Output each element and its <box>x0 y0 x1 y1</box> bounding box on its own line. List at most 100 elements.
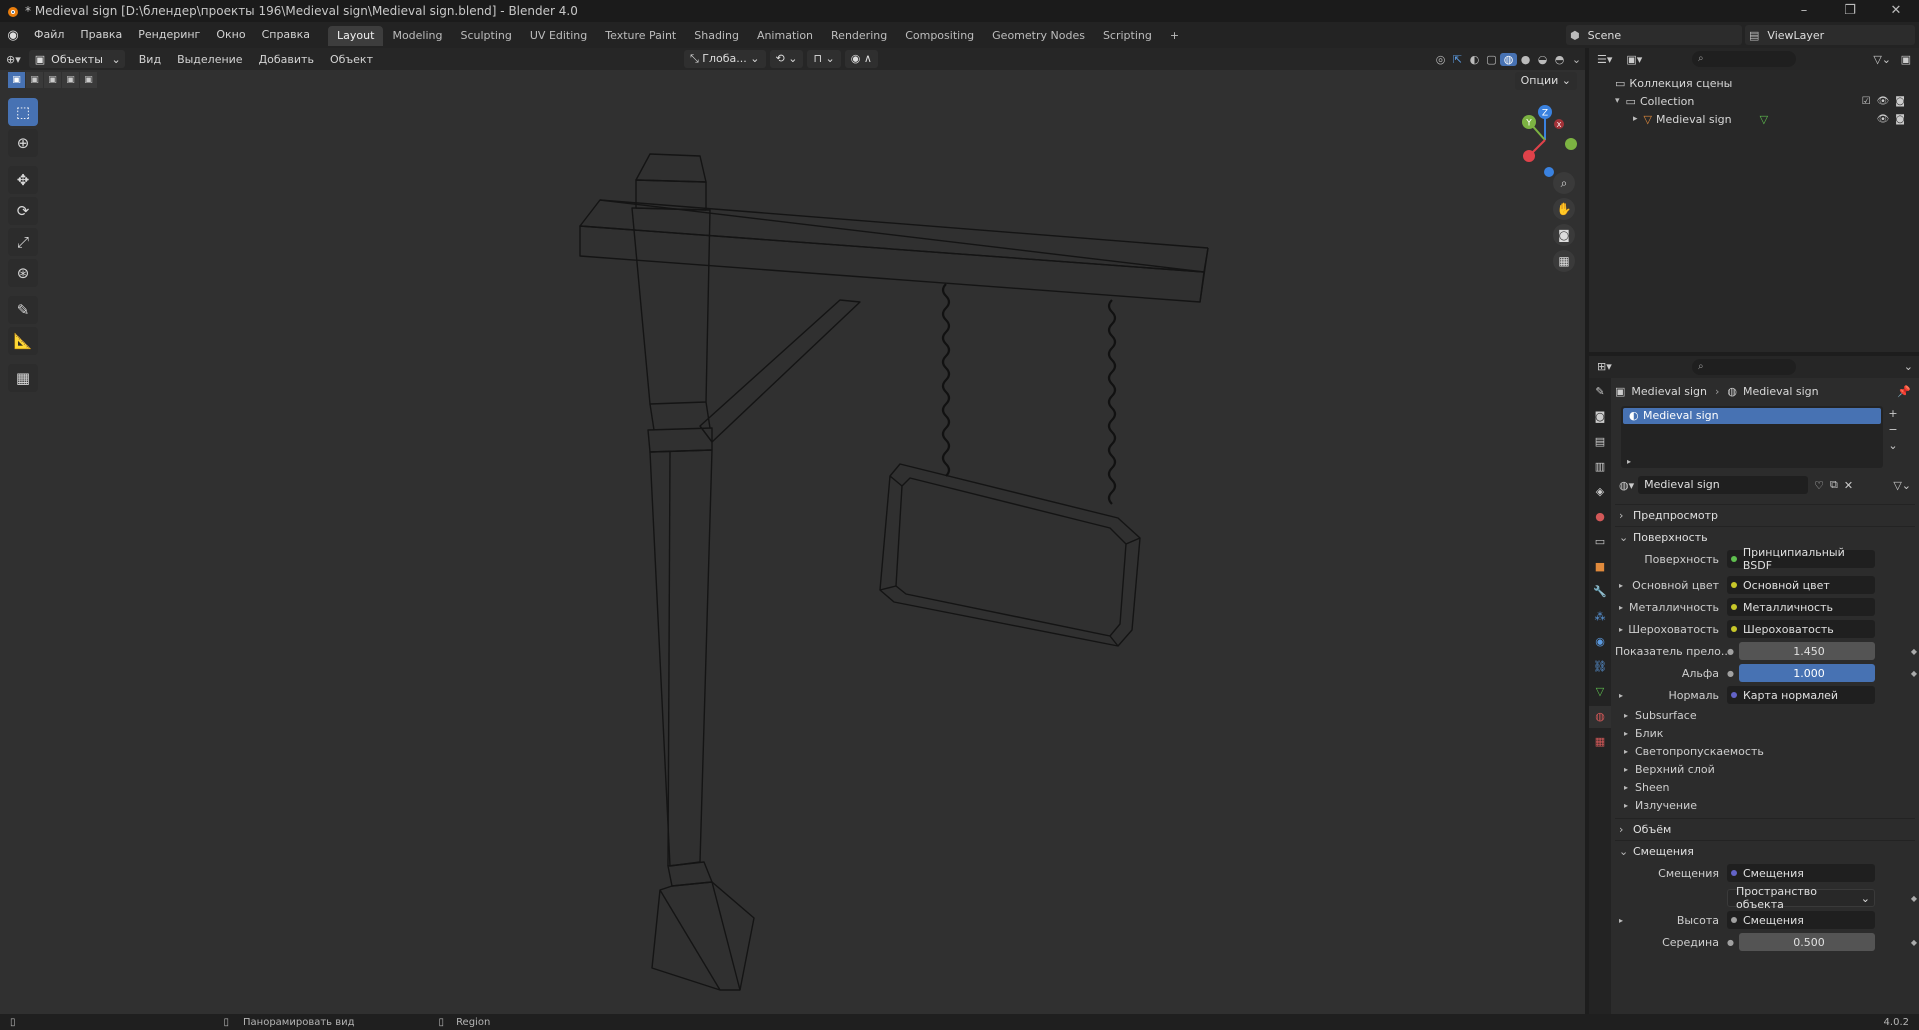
pivot-select[interactable]: ⟲ ⌄ <box>769 50 804 68</box>
menu-edit[interactable]: Правка <box>72 22 130 48</box>
chevron-right-icon[interactable]: ▸ <box>1627 457 1631 466</box>
physics-tab-icon[interactable]: ◉ <box>1589 631 1611 653</box>
tool-tab-icon[interactable]: ✎ <box>1589 381 1611 403</box>
height-field[interactable]: Смещения <box>1727 911 1875 929</box>
scene-selector[interactable]: ⬢ Scene <box>1566 25 1742 45</box>
collection-toggle-icons[interactable]: ☑👁◙ <box>1862 96 1911 107</box>
chevron-down-icon[interactable]: ⌄ <box>1904 360 1913 373</box>
menu-file[interactable]: Файл <box>26 22 72 48</box>
menu-view[interactable]: Вид <box>131 53 169 66</box>
chevron-right-icon[interactable]: ▸ <box>1619 916 1623 925</box>
chevron-right-icon[interactable]: ▸ <box>1619 581 1623 590</box>
chevron-right-icon[interactable]: ▸ <box>1619 603 1623 612</box>
output-tab-icon[interactable]: ▤ <box>1589 431 1611 453</box>
tab-layout[interactable]: Layout <box>328 25 384 46</box>
material-shading-icon[interactable]: ◒ <box>1534 53 1551 66</box>
outliner-collection-row[interactable]: ▾ ▭ Collection ☑👁◙ <box>1589 92 1919 110</box>
render-shading-icon[interactable]: ◓ <box>1551 53 1568 66</box>
maximize-button[interactable]: ❐ <box>1827 0 1873 22</box>
world-tab-icon[interactable]: ● <box>1589 506 1611 528</box>
object-toggle-icons[interactable]: 👁◙ <box>1877 114 1911 125</box>
overlay-toggle-icon[interactable]: ◐ <box>1466 53 1483 66</box>
tab-uv-editing[interactable]: UV Editing <box>521 26 596 46</box>
transmission-subpanel[interactable]: ▸ Светопропускаемость <box>1615 742 1915 760</box>
chevron-right-icon[interactable]: ▸ <box>1619 691 1623 700</box>
fake-user-icon[interactable]: ♡ <box>1814 479 1824 492</box>
chevron-right-icon[interactable]: ▸ <box>1619 625 1623 634</box>
duplicate-material-icon[interactable]: ⧉ <box>1830 478 1838 492</box>
modifier-tab-icon[interactable]: 🔧 <box>1589 581 1611 603</box>
remove-slot-icon[interactable]: − <box>1885 422 1901 438</box>
3d-viewport[interactable]: ⊕▾ ▣ Объекты ⌄ Вид Выделение Добавить Об… <box>0 48 1585 1014</box>
wireframe-shading-icon[interactable]: ◍ <box>1500 52 1517 66</box>
tab-geometry-nodes[interactable]: Geometry Nodes <box>983 26 1094 46</box>
unlink-material-icon[interactable]: ✕ <box>1844 479 1853 492</box>
blender-menu-icon[interactable]: ◉ <box>0 28 26 43</box>
tab-shading[interactable]: Shading <box>685 26 748 46</box>
outliner-editor-icon[interactable]: ☰▾ <box>1597 53 1612 66</box>
close-button[interactable]: ✕ <box>1873 0 1919 22</box>
tab-modeling[interactable]: Modeling <box>383 26 451 46</box>
space-select[interactable]: Пространство объекта ⌄ <box>1727 885 1875 911</box>
roughness-field[interactable]: Шероховатость <box>1727 620 1875 638</box>
new-collection-icon[interactable]: ▣ <box>1901 53 1911 66</box>
material-browse-icon[interactable]: ◍▾ <box>1619 479 1634 492</box>
menu-add[interactable]: Добавить <box>251 53 322 66</box>
keyframe-icon[interactable]: ◆ <box>1911 647 1917 656</box>
menu-select[interactable]: Выделение <box>169 53 251 66</box>
outliner-search-input[interactable]: ⌕ <box>1692 51 1796 67</box>
ior-field[interactable]: 1.450 <box>1739 642 1875 660</box>
display-mode-icon[interactable]: ▣▾ <box>1626 53 1642 66</box>
chevron-down-icon[interactable]: ▾ <box>1615 96 1620 106</box>
data-tab-icon[interactable]: ▽ <box>1589 681 1611 703</box>
menu-window[interactable]: Окно <box>208 22 253 48</box>
metallic-field[interactable]: Металличность <box>1727 598 1875 616</box>
pan-hand-icon[interactable]: ✋ <box>1553 198 1575 220</box>
keyframe-icon[interactable]: ◆ <box>1911 669 1917 678</box>
orientation-select[interactable]: ⤡ Глоба... ⌄ <box>684 50 766 68</box>
snap-toggle[interactable]: ⊓ ⌄ <box>807 50 841 68</box>
preview-panel-header[interactable]: › Предпросмотр <box>1615 504 1915 526</box>
properties-editor-icon[interactable]: ⊞▾ <box>1597 360 1612 373</box>
xray-toggle-icon[interactable]: ▢ <box>1483 53 1500 66</box>
camera-icon[interactable]: ◙ <box>1553 224 1575 246</box>
properties-search-input[interactable]: ⌕ <box>1692 359 1796 375</box>
chevron-right-icon[interactable]: ▸ <box>1633 114 1638 124</box>
material-tab-icon[interactable]: ◍ <box>1589 706 1611 728</box>
solid-shading-icon[interactable]: ● <box>1517 53 1534 66</box>
material-name-field[interactable]: Medieval sign <box>1638 476 1809 494</box>
constraints-tab-icon[interactable]: ⛓ <box>1589 656 1611 678</box>
keyframe-icon[interactable]: ◆ <box>1911 894 1917 903</box>
specular-subpanel[interactable]: ▸ Блик <box>1615 724 1915 742</box>
surface-panel-header[interactable]: ⌄ Поверхность <box>1615 526 1915 548</box>
gizmo-toggle-icon[interactable]: ⇱ <box>1449 53 1466 66</box>
midlevel-field[interactable]: 0.500 <box>1739 933 1875 951</box>
chevron-down-icon[interactable]: ⌄ <box>1568 53 1585 66</box>
collection-tab-icon[interactable]: ▭ <box>1589 531 1611 553</box>
render-tab-icon[interactable]: ◙ <box>1589 406 1611 428</box>
filter-icon[interactable]: ▽⌄ <box>1873 53 1891 66</box>
alpha-field[interactable]: 1.000 <box>1739 664 1875 682</box>
volume-panel-header[interactable]: › Объём <box>1615 818 1915 840</box>
view-layer-tab-icon[interactable]: ▥ <box>1589 456 1611 478</box>
emission-subpanel[interactable]: ▸ Излучение <box>1615 796 1915 814</box>
navigation-gizmo[interactable]: Z Y X <box>1505 100 1585 180</box>
interaction-mode-select[interactable]: ▣ Объекты ⌄ <box>28 50 125 68</box>
tab-scripting[interactable]: Scripting <box>1094 26 1161 46</box>
proportional-edit-toggle[interactable]: ◉ ∧ <box>844 50 878 68</box>
view-layer-selector[interactable]: ▤ ViewLayer <box>1745 25 1915 45</box>
editor-type-button[interactable]: ⊕▾ <box>6 53 21 66</box>
pin-icon[interactable]: 📌 <box>1897 385 1911 398</box>
menu-render[interactable]: Рендеринг <box>130 22 208 48</box>
add-workspace-button[interactable]: + <box>1161 26 1188 46</box>
surface-shader-field[interactable]: Принципиальный BSDF <box>1727 546 1875 572</box>
outliner-root-row[interactable]: ▭ Коллекция сцены <box>1589 74 1919 92</box>
zoom-icon[interactable]: ⌕ <box>1553 172 1575 194</box>
base-color-field[interactable]: Основной цвет <box>1727 576 1875 594</box>
material-slot-item[interactable]: ◐ Medieval sign <box>1623 408 1881 424</box>
scene-tab-icon[interactable]: ◈ <box>1589 481 1611 503</box>
normal-field[interactable]: Карта нормалей <box>1727 686 1875 704</box>
node-filter-icon[interactable]: ▽⌄ <box>1893 479 1911 492</box>
minimize-button[interactable]: – <box>1781 0 1827 22</box>
tab-compositing[interactable]: Compositing <box>896 26 983 46</box>
